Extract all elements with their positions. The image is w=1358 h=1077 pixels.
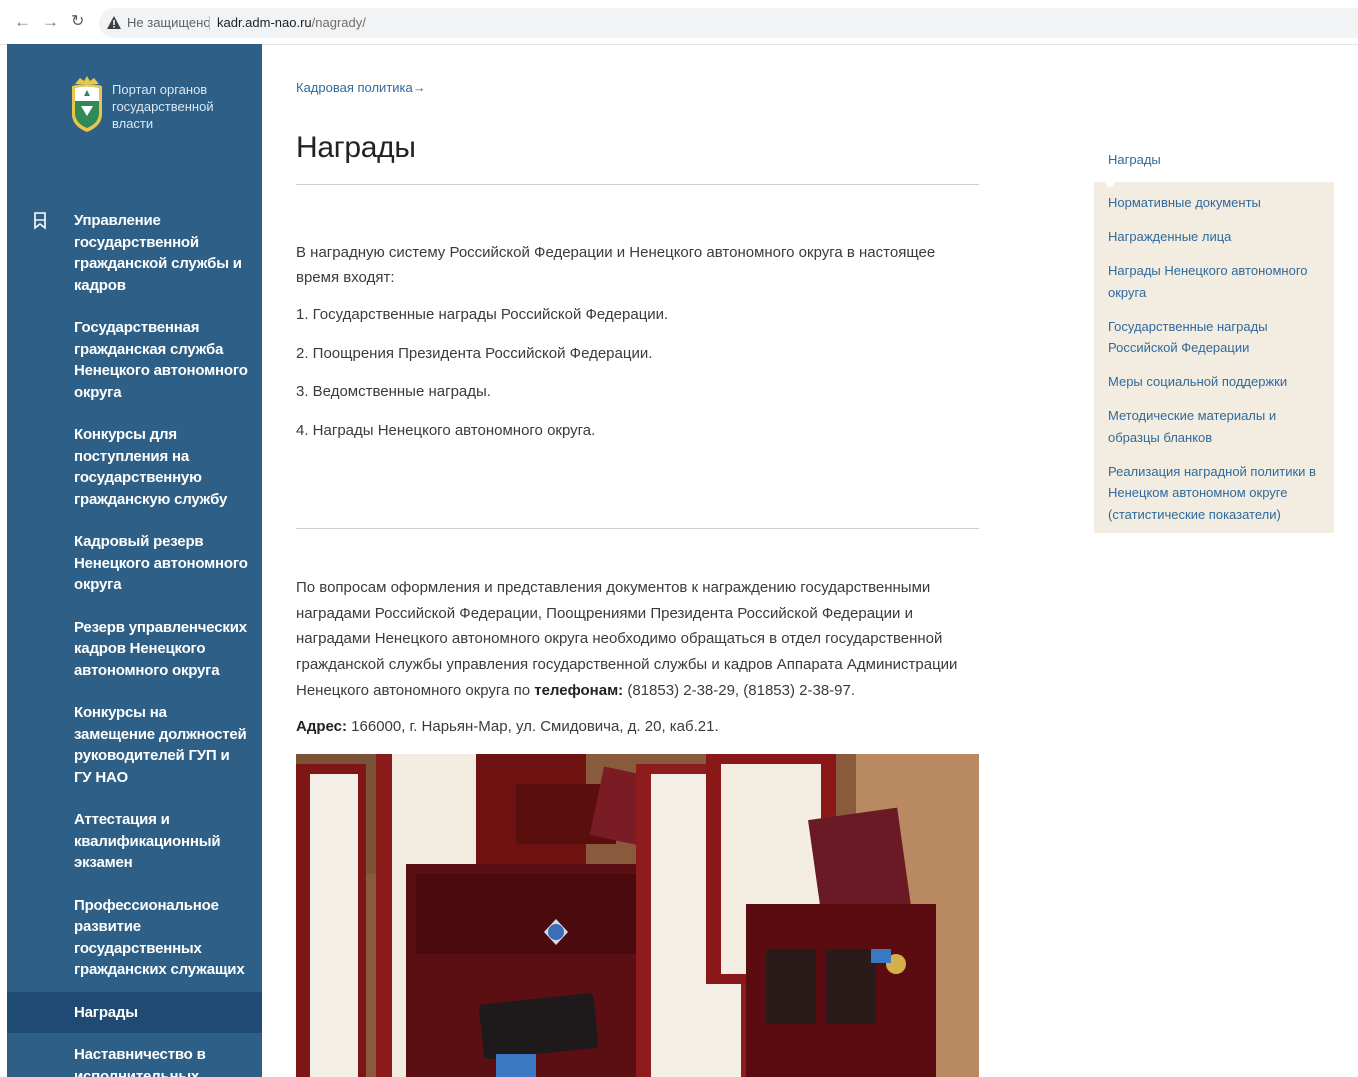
address-info: Адрес: 166000, г. Нарьян-Мар, ул. Смидов… xyxy=(296,718,979,735)
address-bar[interactable]: Не защищено kadr.adm-nao.ru/nagrady/ xyxy=(99,8,1358,38)
right-menu-item-award-policy-stats[interactable]: Реализация наградной политики в Ненецком… xyxy=(1108,461,1323,526)
right-menu-item-methodical-materials[interactable]: Методические материалы и образцы бланков xyxy=(1108,405,1323,448)
sidebar-item-civil-service[interactable]: Государственная гражданская служба Ненец… xyxy=(7,317,262,403)
url-text[interactable]: kadr.adm-nao.ru/nagrady/ xyxy=(217,8,366,38)
intro-text: В наградную систему Российской Федерации… xyxy=(296,244,936,286)
sidebar-nav: Управление государственной гражданской с… xyxy=(7,210,262,1077)
right-menu-item-state-awards[interactable]: Государственные награды Российской Федер… xyxy=(1108,316,1323,359)
right-menu-item-normative-docs[interactable]: Нормативные документы xyxy=(1108,192,1323,214)
right-menu-item-social-support[interactable]: Меры социальной поддержки xyxy=(1108,371,1323,393)
coat-of-arms-logo[interactable] xyxy=(69,74,105,134)
sidebar-item-awards[interactable]: Награды xyxy=(7,991,262,1033)
warning-icon xyxy=(107,16,121,29)
right-menu-list: Нормативные документы Награжденные лица … xyxy=(1108,192,1323,538)
right-menu: Нормативные документы Награжденные лица … xyxy=(1094,182,1334,533)
divider xyxy=(296,184,979,185)
right-menu-item-nao-awards[interactable]: Награды Ненецкого автономного округа xyxy=(1108,260,1323,303)
url-path: /nagrady/ xyxy=(311,15,366,30)
security-status: Не защищено xyxy=(127,15,211,30)
sidebar-item-director-competitions[interactable]: Конкурсы на замещение должностей руковод… xyxy=(7,702,262,788)
right-menu-notch xyxy=(1104,182,1116,188)
right-menu-heading[interactable]: Награды xyxy=(1108,152,1161,167)
breadcrumb[interactable]: Кадровая политика→ xyxy=(296,80,426,95)
awards-photo xyxy=(296,754,979,1077)
contact-info: По вопросам оформления и представления д… xyxy=(296,575,979,704)
right-menu-item-awarded-persons[interactable]: Награжденные лица xyxy=(1108,226,1323,248)
sidebar-item-management-reserve[interactable]: Резерв управленческих кадров Ненецкого а… xyxy=(7,617,262,682)
reload-icon[interactable]: ↻ xyxy=(71,12,84,32)
phones-label: телефонам: xyxy=(534,681,624,699)
sidebar-item-personnel-reserve[interactable]: Кадровый резерв Ненецкого автономного ок… xyxy=(7,531,262,596)
url-host: kadr.adm-nao.ru xyxy=(217,15,312,30)
awards-list-item: 3. Ведомственные награды. xyxy=(296,383,491,400)
back-arrow-icon[interactable]: ← xyxy=(14,12,31,32)
phones-value: (81853) 2-38-29, (81853) 2-38-97. xyxy=(627,681,856,699)
awards-list-item: 2. Поощрения Президента Российской Федер… xyxy=(296,345,653,362)
address-label: Адрес: xyxy=(296,718,347,735)
browser-toolbar: ← → ↻ Не защищено kadr.adm-nao.ru/nagrad… xyxy=(0,0,1358,45)
omnibox-separator xyxy=(209,16,210,30)
awards-photo-illustration xyxy=(296,754,979,1077)
sidebar-item-hr-management[interactable]: Управление государственной гражданской с… xyxy=(7,210,262,296)
page-title: Награды xyxy=(296,131,416,164)
sidebar-item-professional-development[interactable]: Профессиональное развитие государственны… xyxy=(7,895,262,981)
sidebar-item-mentoring[interactable]: Наставничество в исполнительных xyxy=(7,1044,262,1077)
forward-arrow-icon[interactable]: → xyxy=(42,12,59,32)
sidebar-item-competitions[interactable]: Конкурсы для поступления на государствен… xyxy=(7,424,262,510)
portal-title[interactable]: Портал органов государственной власти xyxy=(112,81,232,132)
sidebar: Портал органов государственной власти Уп… xyxy=(7,44,262,1077)
awards-list-item: 4. Награды Ненецкого автономного округа. xyxy=(296,422,596,439)
awards-list-item: 1. Государственные награды Российской Фе… xyxy=(296,306,669,323)
divider xyxy=(296,528,979,529)
sidebar-item-attestation[interactable]: Аттестация и квалификационный экзамен xyxy=(7,809,262,874)
address-value: 166000, г. Нарьян-Мар, ул. Смидовича, д.… xyxy=(351,718,719,735)
